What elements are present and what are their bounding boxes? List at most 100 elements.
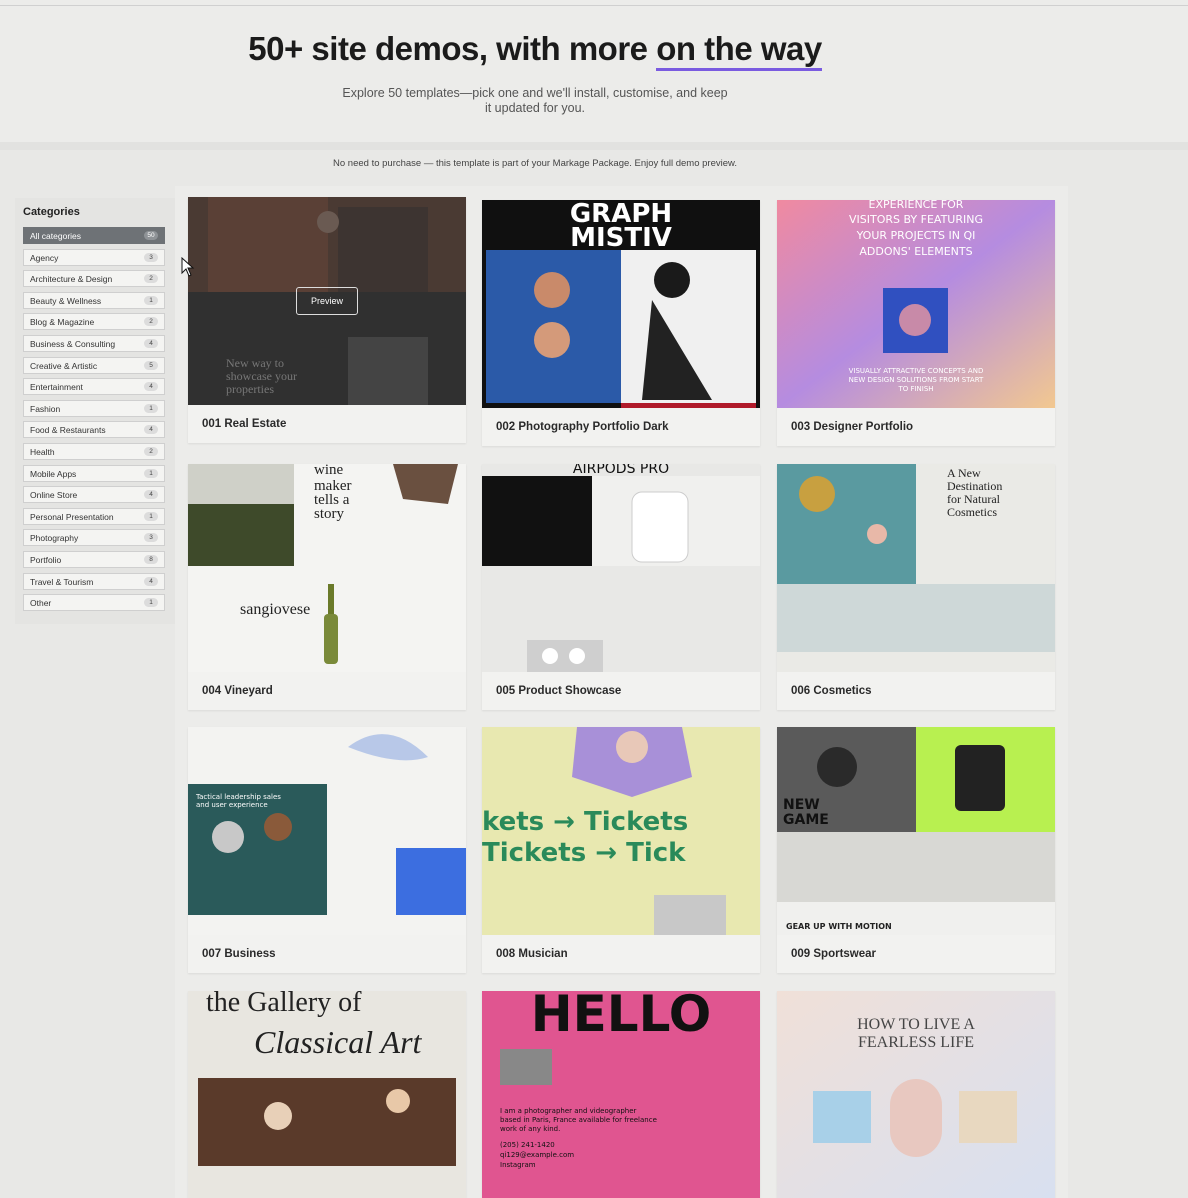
category-item[interactable]: Architecture & Design 2 [23,270,165,288]
demo-thumbnail[interactable]: kets → Tickets Tickets → Tick [482,727,760,935]
category-count-badge: 1 [144,295,158,305]
svg-text:NEW DESIGN SOLUTIONS FROM STAR: NEW DESIGN SOLUTIONS FROM START [849,376,984,384]
svg-text:qi129@example.com: qi129@example.com [500,1151,574,1159]
category-count-badge: 4 [144,490,158,500]
category-item[interactable]: Other 1 [23,594,165,612]
demo-title[interactable]: 002 Photography Portfolio Dark [496,421,669,433]
category-label: Other [30,598,52,609]
category-item[interactable]: Beauty & Wellness 1 [23,291,165,309]
category-item[interactable]: Agency 3 [23,248,165,266]
category-count-badge: 1 [144,598,158,608]
demo-card-vineyard[interactable]: wine maker tells a story sangiovese 004 … [188,464,466,710]
svg-text:sangiovese: sangiovese [240,601,310,618]
category-item[interactable]: Business & Consulting 4 [23,335,165,352]
svg-text:ADDONS' ELEMENTS: ADDONS' ELEMENTS [859,245,972,258]
demo-card-real-estate[interactable]: New way to showcase your properties Prev… [188,197,466,443]
demo-card-hello[interactable]: HELLO I am a photographer and videograph… [482,991,760,1198]
svg-text:MISTIV: MISTIV [570,223,672,253]
demo-thumbnail[interactable]: the Gallery of Classical Art [188,991,466,1198]
category-item[interactable]: Portfolio 8 [23,551,165,568]
demo-thumbnail[interactable]: A New Destination for Natural Cosmetics [777,464,1055,672]
category-item[interactable]: Online Store 4 [23,486,165,504]
svg-text:YOUR PROJECTS IN QI: YOUR PROJECTS IN QI [856,229,976,242]
package-notice: No need to purchase — this template is p… [333,158,737,169]
hero-title-underline: on the way [656,30,822,71]
hero-section: 50+ site demos, with more on the way Exp… [0,0,1188,142]
svg-text:for Natural: for Natural [947,492,1001,506]
category-count-badge: 4 [144,576,158,586]
demo-thumbnail[interactable]: EXPERIENCE FOR VISITORS BY FEATURING YOU… [777,200,1055,408]
category-count-badge: 3 [144,533,158,543]
category-label: Entertainment [30,382,83,393]
demo-title[interactable]: 001 Real Estate [202,418,286,430]
hello-preview-image: HELLO I am a photographer and videograph… [482,991,760,1198]
category-item[interactable]: Photography 3 [23,529,165,547]
category-label: Beauty & Wellness [30,295,102,306]
demo-thumbnail[interactable]: wine maker tells a story sangiovese [188,464,466,672]
category-item[interactable]: Travel & Tourism 4 [23,572,165,590]
demo-title[interactable]: 004 Vineyard [202,685,273,697]
svg-text:TO FINISH: TO FINISH [897,385,933,393]
demo-title[interactable]: 003 Designer Portfolio [791,421,913,433]
category-label: Architecture & Design [30,274,113,285]
demo-card-sportswear[interactable]: NEW GAME GEAR UP WITH MOTION 009 Sportsw… [777,727,1055,973]
demo-thumbnail[interactable]: NEW GAME GEAR UP WITH MOTION [777,727,1055,935]
demo-thumbnail[interactable]: HOW TO LIVE A FEARLESS LIFE [777,991,1055,1198]
svg-text:showcase your: showcase your [226,369,297,383]
svg-text:Cosmetics: Cosmetics [947,505,997,519]
svg-text:HOW TO LIVE A: HOW TO LIVE A [857,1016,975,1033]
svg-text:Destination: Destination [947,479,1002,493]
category-item[interactable]: Creative & Artistic 5 [23,356,165,374]
category-count-badge: 1 [144,403,158,413]
category-item[interactable]: Health 2 [23,443,165,460]
svg-text:Tactical leadership sales: Tactical leadership sales [195,793,281,801]
categories-sidebar: Categories All categories 50 Agency 3 Archit… [15,198,175,624]
fearless-preview-image: HOW TO LIVE A FEARLESS LIFE [777,991,1055,1198]
category-label: Photography [30,533,79,544]
category-count-badge: 50 [144,231,158,240]
category-item[interactable]: All categories 50 [23,227,165,244]
category-count-badge: 5 [144,360,158,370]
demo-card-business[interactable]: Tactical leadership sales and user exper… [188,727,466,973]
svg-text:NEW: NEW [783,797,820,813]
demo-title[interactable]: 005 Product Showcase [496,685,621,697]
demo-card-photography[interactable]: GRAPH MISTIV 002 Photography Portfolio D… [482,200,760,446]
svg-text:I am a photographer and videog: I am a photographer and videographer [500,1107,637,1115]
category-item[interactable]: Entertainment 4 [23,378,165,396]
business-preview-image: Tactical leadership sales and user exper… [188,727,466,935]
demo-card-fearless[interactable]: HOW TO LIVE A FEARLESS LIFE [777,991,1055,1198]
category-item[interactable]: Mobile Apps 1 [23,464,165,482]
product-preview-image: AIRPODS PRO [482,464,760,672]
demo-title[interactable]: 008 Musician [496,948,568,960]
category-label: Agency [30,252,59,263]
demo-thumbnail[interactable]: AIRPODS PRO [482,464,760,672]
svg-text:FEARLESS LIFE: FEARLESS LIFE [858,1034,974,1051]
demo-title[interactable]: 006 Cosmetics [791,685,872,697]
svg-text:Tickets → Tick: Tickets → Tick [482,838,686,868]
svg-text:VISUALLY ATTRACTIVE CONCEPTS A: VISUALLY ATTRACTIVE CONCEPTS AND [849,367,984,375]
svg-text:New way to: New way to [226,356,284,370]
category-label: Food & Restaurants [30,425,106,436]
category-count-badge: 3 [144,252,158,262]
sportswear-preview-image: NEW GAME GEAR UP WITH MOTION [777,727,1055,935]
category-item[interactable]: Fashion 1 [23,399,165,417]
category-item[interactable]: Food & Restaurants 4 [23,421,165,439]
musician-preview-image: kets → Tickets Tickets → Tick [482,727,760,935]
demo-title[interactable]: 007 Business [202,948,276,960]
demo-thumbnail[interactable]: New way to showcase your properties Prev… [188,197,466,405]
category-count-badge: 2 [144,447,158,456]
category-item[interactable]: Personal Presentation 1 [23,507,165,525]
demo-thumbnail[interactable]: GRAPH MISTIV [482,200,760,408]
demo-card-musician[interactable]: kets → Tickets Tickets → Tick 008 Musici… [482,727,760,973]
preview-button[interactable]: Preview [296,287,358,315]
svg-text:A New: A New [947,466,981,480]
category-item[interactable]: Blog & Magazine 2 [23,313,165,331]
demo-thumbnail[interactable]: HELLO I am a photographer and videograph… [482,991,760,1198]
demo-title[interactable]: 009 Sportswear [791,948,876,960]
demo-card-cosmetics[interactable]: A New Destination for Natural Cosmetics … [777,464,1055,710]
demo-card-gallery[interactable]: the Gallery of Classical Art [188,991,466,1198]
category-label: Business & Consulting [30,339,116,349]
demo-thumbnail[interactable]: Tactical leadership sales and user exper… [188,727,466,935]
demo-card-designer[interactable]: EXPERIENCE FOR VISITORS BY FEATURING YOU… [777,200,1055,446]
demo-card-product[interactable]: AIRPODS PRO 005 Product Showcase [482,464,760,710]
